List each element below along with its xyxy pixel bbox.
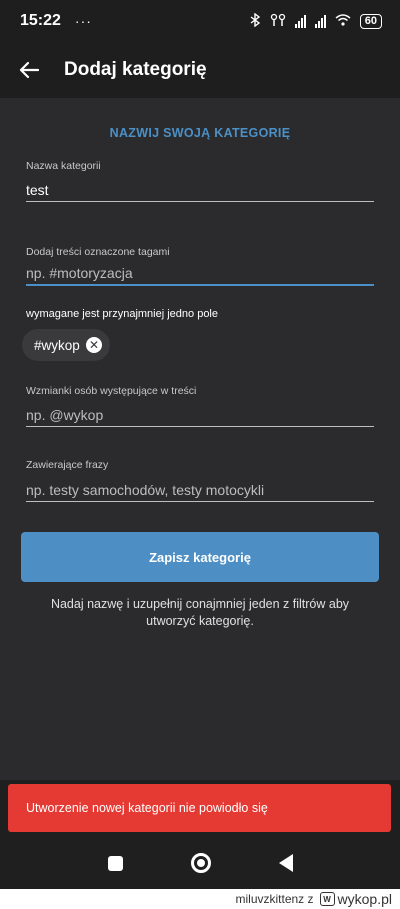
tag-chip: #wykop ✕ bbox=[22, 329, 110, 361]
recents-button[interactable] bbox=[107, 855, 123, 871]
earbuds-icon bbox=[270, 13, 286, 30]
home-button[interactable] bbox=[190, 853, 211, 873]
battery-icon: 60 bbox=[359, 13, 382, 29]
snackbar-area: Utworzenie nowej kategorii nie powiodło … bbox=[0, 780, 400, 837]
wykop-logo-text: wykop.pl bbox=[337, 891, 392, 907]
form-container: NAZWIJ SWOJĄ KATEGORIĘ Nazwa kategorii D… bbox=[0, 98, 400, 780]
system-nav-bar bbox=[0, 837, 400, 889]
watermark: miluvzkittenz z W wykop.pl bbox=[0, 889, 400, 909]
tags-field: Dodaj treści oznaczone tagami bbox=[26, 246, 374, 286]
wifi-icon bbox=[335, 13, 351, 29]
hint-text: Nadaj nazwę i uzupełnij conajmniej jeden… bbox=[50, 597, 350, 628]
system-back-button[interactable] bbox=[278, 854, 293, 872]
category-name-field: Nazwa kategorii bbox=[26, 160, 374, 202]
required-note: wymagane jest przynajmniej jedno pole bbox=[26, 308, 218, 320]
section-title: NAZWIJ SWOJĄ KATEGORIĘ bbox=[109, 126, 291, 140]
back-button[interactable] bbox=[0, 42, 58, 98]
category-name-label: Nazwa kategorii bbox=[26, 160, 101, 172]
signal-icon bbox=[294, 14, 306, 28]
tags-input[interactable] bbox=[26, 262, 374, 286]
category-name-input[interactable] bbox=[26, 178, 374, 202]
phrases-field: Zawierające frazy bbox=[26, 459, 374, 502]
wykop-logo: W wykop.pl bbox=[319, 891, 392, 907]
mentions-input[interactable] bbox=[26, 403, 374, 427]
phrases-input[interactable] bbox=[26, 478, 374, 502]
phrases-label: Zawierające frazy bbox=[26, 459, 109, 471]
arrow-left-icon bbox=[19, 61, 39, 79]
tags-label: Dodaj treści oznaczone tagami bbox=[26, 246, 170, 258]
status-bar: 15:22 ··· 60 bbox=[0, 0, 400, 42]
close-icon[interactable]: ✕ bbox=[86, 337, 102, 353]
page-title: Dodaj kategorię bbox=[64, 59, 207, 80]
signal-icon-2 bbox=[314, 14, 326, 28]
tag-chip-label: #wykop bbox=[34, 337, 80, 353]
bluetooth-icon bbox=[249, 12, 261, 30]
status-icons: 60 bbox=[249, 12, 382, 30]
status-time: 15:22 bbox=[20, 12, 61, 29]
app-bar: Dodaj kategorię bbox=[0, 42, 400, 98]
mentions-label: Wzmianki osób występujące w treści bbox=[26, 385, 197, 397]
save-category-button[interactable]: Zapisz kategorię bbox=[21, 532, 379, 582]
mentions-field: Wzmianki osób występujące w treści bbox=[26, 385, 374, 427]
watermark-text: miluvzkittenz z bbox=[235, 892, 314, 906]
error-snackbar: Utworzenie nowej kategorii nie powiodło … bbox=[8, 784, 391, 832]
wykop-logo-icon: W bbox=[319, 892, 335, 906]
snackbar-message: Utworzenie nowej kategorii nie powiodło … bbox=[26, 801, 268, 815]
status-dots: ··· bbox=[74, 13, 92, 29]
